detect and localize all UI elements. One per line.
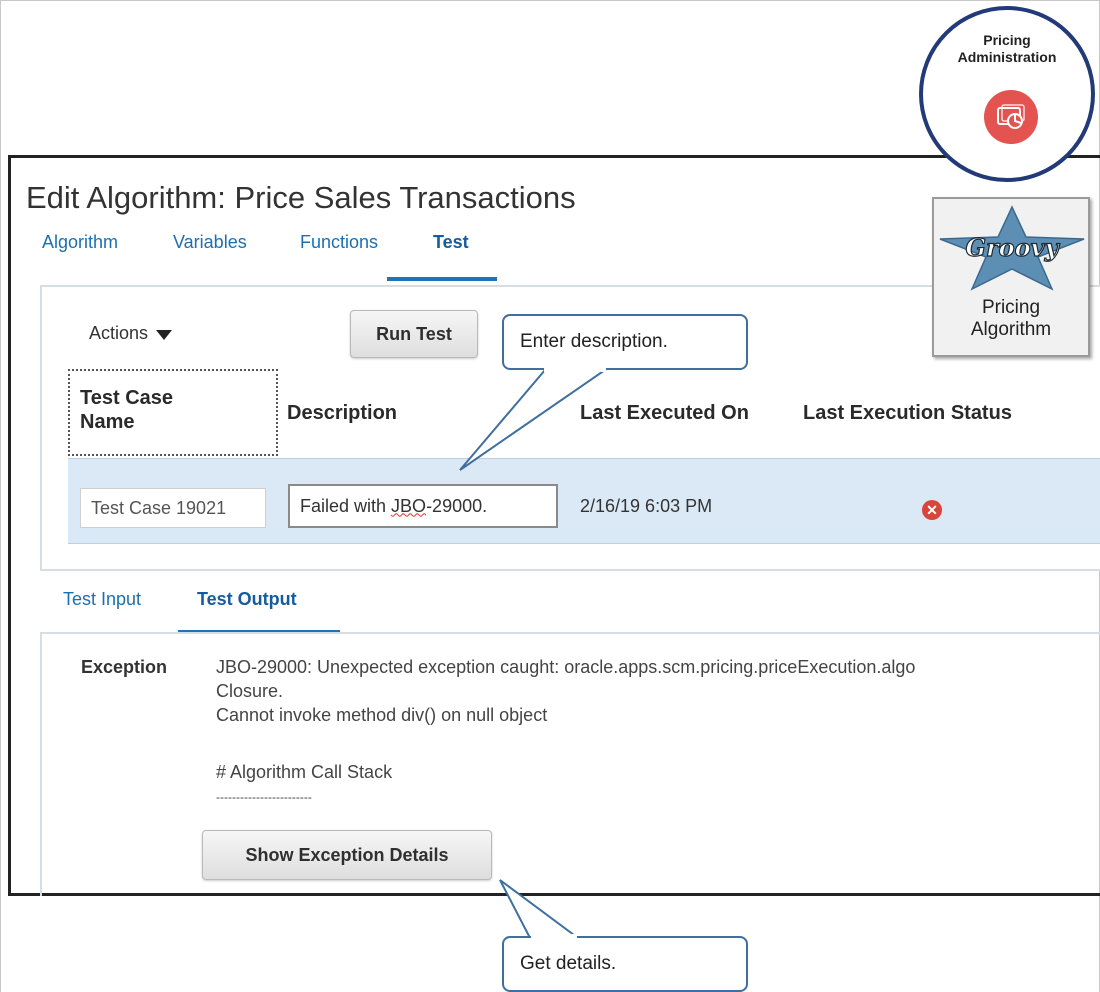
dropdown-triangle-icon [156,330,173,340]
badge-label: Pricing Algorithm [934,297,1088,341]
tab-algorithm[interactable]: Algorithm [42,232,118,253]
pricing-admin-icon [984,90,1038,144]
last-executed-on-value: 2/16/19 6:03 PM [580,496,713,516]
spellcheck-flagged-text: JBO [391,495,427,516]
callout-joint-mask [544,367,606,372]
description-field[interactable]: Failed with JBO -29000. [288,484,558,528]
pricing-administration-badge: Pricing Administration [919,6,1095,182]
actions-menu[interactable]: Actions [89,323,173,344]
badge-title-line: Administration [957,49,1057,65]
callout-text: Enter description. [520,331,668,352]
callout-get-details: Get details. [502,936,748,992]
active-tab-indicator [387,277,497,281]
groovy-logo-text: Groovy [965,233,1060,262]
column-header-last-execution-status[interactable]: Last Execution Status [803,402,1012,425]
exception-message-line: Closure. [216,681,284,701]
badge-title-line: Pricing [983,32,1031,48]
badge-label-line: Algorithm [970,319,1052,340]
callout-enter-description: Enter description. [502,314,748,370]
badge-title: Pricing Administration [923,32,1091,66]
badge-label-line: Pricing [981,297,1041,318]
tab-test-output[interactable]: Test Output [197,589,297,610]
description-suffix: -29000. [426,495,488,516]
tab-variables[interactable]: Variables [173,232,247,253]
pricing-algorithm-badge: Groovy Pricing Algorithm [932,197,1090,357]
column-divider [276,369,278,456]
call-stack-separator: ------------------------ [216,790,312,804]
error-icon: ✕ [922,500,942,520]
test-case-name-field[interactable]: Test Case 19021 [80,488,266,528]
column-header-line: Test Case [80,387,174,409]
exception-label: Exception [81,657,168,677]
tab-test[interactable]: Test [433,232,469,253]
groovy-star-logo-icon: Groovy [939,205,1085,291]
description-prefix: Failed with [300,495,392,516]
show-exception-details-button[interactable]: Show Exception Details [202,830,492,880]
exception-message-line: JBO-29000: Unexpected exception caught: … [216,657,916,677]
callout-text: Get details. [520,953,617,974]
actions-label: Actions [89,323,149,343]
tab-functions[interactable]: Functions [300,232,378,253]
callout-pointer-get-details [499,879,582,939]
exception-message-line: Cannot invoke method div() on null objec… [216,705,548,725]
tab-test-input[interactable]: Test Input [63,589,141,610]
callout-joint-mask [531,934,577,939]
column-header-line: Name [80,411,135,433]
column-header-description[interactable]: Description [287,402,397,425]
call-stack-heading: # Algorithm Call Stack [216,762,393,782]
page-title: Edit Algorithm: Price Sales Transactions [26,180,576,215]
column-header-test-case-name[interactable]: Test Case Name [80,386,173,434]
